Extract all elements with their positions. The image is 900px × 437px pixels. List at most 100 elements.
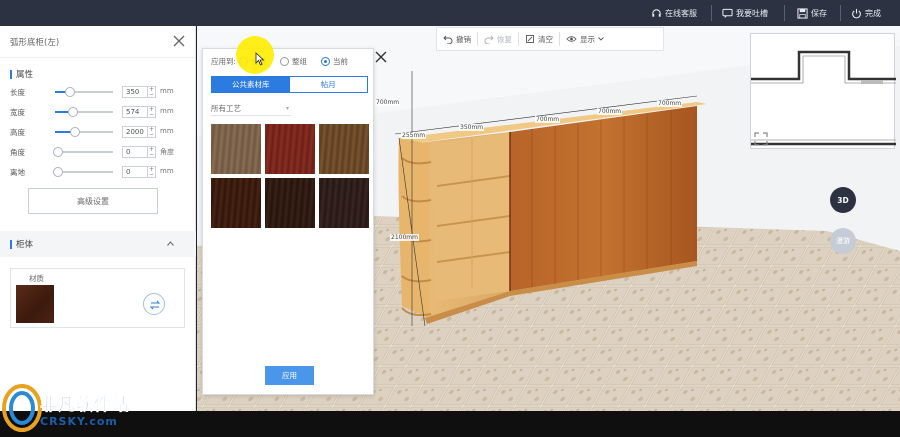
attributes-label: 属性 xyxy=(16,70,34,80)
display-dropdown[interactable]: 显示 xyxy=(560,27,610,51)
feedback-label: 我要吐槽 xyxy=(736,8,768,18)
property-value-input[interactable]: 0 xyxy=(122,146,148,158)
divider xyxy=(711,5,712,21)
tab-public-library[interactable]: 公共素材库 xyxy=(212,77,290,92)
section-marker xyxy=(10,239,12,249)
property-slider[interactable] xyxy=(53,147,113,157)
dimension-label: 700mm xyxy=(597,108,623,115)
undo-icon xyxy=(443,34,453,44)
current-material-swatch[interactable] xyxy=(16,285,54,323)
material-card: 材质 xyxy=(10,268,185,328)
material-swatch[interactable] xyxy=(319,178,369,228)
clear-icon xyxy=(525,34,535,44)
slider-knob[interactable] xyxy=(53,167,63,177)
property-stepper[interactable]: + − xyxy=(148,106,156,118)
clear-button[interactable]: 清空 xyxy=(519,27,559,51)
property-label: 宽度 xyxy=(10,107,25,117)
attributes-section-title: 属性 xyxy=(0,58,195,80)
floor-plan-drawing xyxy=(751,50,896,146)
close-icon[interactable] xyxy=(173,35,185,47)
dimension-label: 2100mm xyxy=(390,234,419,241)
property-unit: mm xyxy=(160,87,174,95)
divider xyxy=(840,5,841,21)
material-swatch[interactable] xyxy=(211,178,261,228)
scope-label-current: 当前 xyxy=(333,57,349,66)
property-slider[interactable] xyxy=(55,127,113,137)
undo-label: 撤销 xyxy=(456,34,471,44)
material-picker-popup: 应用到: 全局 整组 当前 公共素材库 帖月 所有工艺 ▾ 应用 xyxy=(202,48,374,395)
material-swatch[interactable] xyxy=(319,124,369,174)
material-swatch[interactable] xyxy=(211,124,261,174)
property-unit: 角度 xyxy=(160,148,174,156)
properties-panel: 弧形底柜(左) 属性 长度 350 + − mm 宽度 574 + − mm 高度 2000 + − mm 角… xyxy=(0,26,196,411)
property-unit: mm xyxy=(160,127,174,135)
dimension-label: 700mm xyxy=(535,116,561,123)
floor-plan-minimap[interactable] xyxy=(750,33,896,149)
edit-toolbar: 撤销 恢复 清空 显示 xyxy=(436,27,664,51)
online-service-button[interactable]: 在线客服 xyxy=(651,6,697,20)
tab-stickers[interactable]: 帖月 xyxy=(289,77,367,92)
apply-button[interactable]: 应用 xyxy=(265,366,314,385)
scope-label-group: 整组 xyxy=(292,57,308,66)
save-label: 保存 xyxy=(811,8,827,18)
redo-label: 恢复 xyxy=(497,34,512,44)
property-row: 长度 350 + − mm xyxy=(10,86,190,98)
advanced-settings-button[interactable]: 高级设置 xyxy=(28,188,158,214)
fullscreen-icon[interactable] xyxy=(752,130,770,148)
watermark-url: CRSKY.com xyxy=(40,415,118,428)
chevron-up-icon xyxy=(167,239,174,249)
property-value-input[interactable]: 0 xyxy=(122,166,148,178)
feedback-button[interactable]: 我要吐槽 xyxy=(722,6,768,20)
slider-knob[interactable] xyxy=(64,87,75,97)
slider-knob[interactable] xyxy=(67,107,78,117)
property-value-input[interactable]: 2000 xyxy=(122,126,148,138)
property-value-input[interactable]: 350 xyxy=(122,86,148,98)
swap-icon xyxy=(149,300,161,310)
material-swatch[interactable] xyxy=(265,124,315,174)
scope-radio-group[interactable] xyxy=(280,57,290,66)
material-label: 材质 xyxy=(29,274,44,283)
property-slider[interactable] xyxy=(55,107,113,117)
redo-icon xyxy=(484,34,494,44)
done-label: 完成 xyxy=(865,8,881,18)
slider-knob[interactable] xyxy=(53,147,63,157)
property-stepper[interactable]: + − xyxy=(148,86,156,98)
scope-radio-current[interactable] xyxy=(321,57,331,66)
roam-view-button[interactable]: 漫游 xyxy=(830,228,856,254)
dimension-label: 350mm xyxy=(459,124,485,131)
property-stepper[interactable]: + − xyxy=(148,166,156,178)
property-slider[interactable] xyxy=(55,87,113,97)
body-section-header[interactable]: 柜体 xyxy=(0,231,196,257)
dimension-label: 700mm xyxy=(657,100,683,107)
dimension-label: 255mm xyxy=(401,132,427,139)
property-row: 离地 0 + − mm xyxy=(10,166,190,178)
property-stepper[interactable]: + − xyxy=(148,126,156,138)
property-label: 角度 xyxy=(10,147,25,157)
property-stepper[interactable]: + − xyxy=(148,146,156,158)
save-button[interactable]: 保存 xyxy=(797,6,827,20)
craft-filter-select[interactable]: 所有工艺 ▾ xyxy=(211,102,291,116)
undo-button[interactable]: 撤销 xyxy=(437,27,477,51)
material-source-tabs: 公共素材库 帖月 xyxy=(211,76,368,93)
section-marker xyxy=(10,69,12,79)
headset-icon xyxy=(651,8,662,19)
property-value-input[interactable]: 574 xyxy=(122,106,148,118)
floppy-disk-icon xyxy=(797,7,808,19)
craft-filter-value: 所有工艺 xyxy=(211,104,241,113)
property-row: 高度 2000 + − mm xyxy=(10,126,190,138)
material-swatch[interactable] xyxy=(265,178,315,228)
top-bar: 在线客服 我要吐槽 保存 完成 xyxy=(0,0,900,26)
view-3d-button[interactable]: 3D xyxy=(830,187,856,213)
redo-button[interactable]: 恢复 xyxy=(478,27,518,51)
chevron-down-icon: ▾ xyxy=(285,105,289,112)
property-unit: mm xyxy=(160,107,174,115)
display-label: 显示 xyxy=(580,34,595,44)
chat-bubble-icon xyxy=(722,8,733,19)
done-button[interactable]: 完成 xyxy=(851,6,881,20)
slider-knob[interactable] xyxy=(70,127,81,137)
panel-header: 弧形底柜(左) xyxy=(0,26,195,58)
property-unit: mm xyxy=(160,167,174,175)
close-icon[interactable] xyxy=(374,50,388,64)
swap-material-button[interactable] xyxy=(143,293,165,315)
property-slider[interactable] xyxy=(53,167,113,177)
